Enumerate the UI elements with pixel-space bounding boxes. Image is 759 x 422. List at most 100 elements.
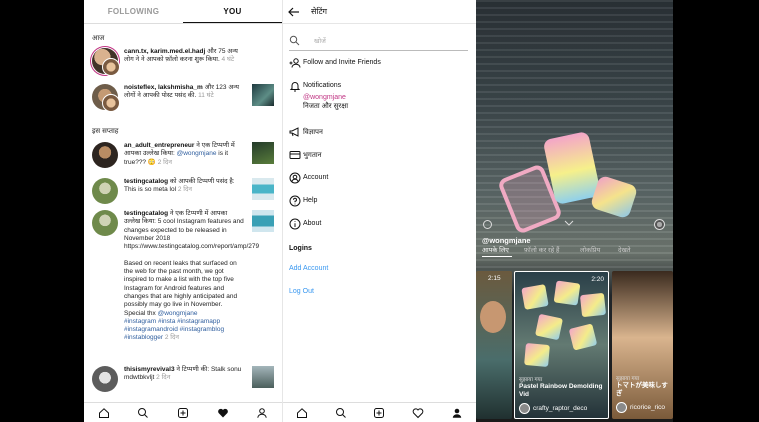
username[interactable]: testingcatalog — [124, 178, 168, 185]
profile-icon[interactable] — [256, 407, 268, 419]
tab-underline — [482, 256, 512, 257]
username[interactable]: noisteflex, lakshmisha_m — [124, 84, 203, 91]
settings-item-privacy-label[interactable]: निजता और सुरक्षा — [303, 102, 348, 111]
item-time: 2 दिन — [176, 186, 193, 194]
video-card[interactable]: 2:20 सुझाया गया Pastel Rainbow Demolding… — [514, 271, 609, 419]
post-thumbnail[interactable] — [252, 178, 274, 200]
username[interactable]: testingcatalog — [124, 210, 168, 217]
item-time: 2 दिन — [155, 158, 172, 166]
video-card[interactable]: 2:15 — [476, 271, 512, 419]
search-field[interactable]: खोजें — [289, 31, 468, 51]
settings-item-follow[interactable]: Follow and Invite Friends — [289, 57, 468, 71]
home-icon[interactable] — [296, 407, 308, 419]
add-post-icon[interactable] — [177, 407, 189, 419]
settings-item-ads[interactable]: विज्ञापन — [289, 126, 468, 140]
list-item[interactable]: testingcatalog ने एक टिप्पणी में आपका उल… — [92, 210, 274, 360]
settings-item-about[interactable]: About — [289, 218, 468, 232]
avatar — [519, 403, 530, 414]
igtv-handle[interactable]: @wongmjane — [482, 236, 531, 245]
stage: FOLLOWING YOU आज cann.tx, karim.med.el.h… — [0, 0, 759, 422]
item-text: cann.tx, karim.med.el.hadj और 75 अन्य लो… — [124, 48, 244, 65]
help-icon — [289, 195, 301, 207]
tab-watch[interactable]: देखते — [618, 245, 630, 254]
settings-item-notifications[interactable]: Notifications @wongmjane निजता और सुरक्ष… — [289, 80, 468, 114]
list-item[interactable]: thisismyrevival3 ने टिप्पणी की: Stalk so… — [92, 366, 274, 392]
settings-item-account[interactable]: Account — [289, 172, 468, 186]
list-item[interactable]: noisteflex, lakshmisha_m और 123 अन्य लोग… — [92, 84, 274, 114]
profile-icon[interactable] — [451, 407, 463, 419]
settings-item-label: भुगतान — [303, 152, 322, 159]
post-thumbnail[interactable] — [252, 142, 274, 164]
back-arrow-icon[interactable] — [287, 5, 301, 19]
mention-link[interactable]: @wongmjane — [177, 150, 217, 157]
settings-item-label: Notifications — [303, 82, 342, 89]
search-icon[interactable] — [137, 407, 149, 419]
heart-icon[interactable] — [217, 407, 229, 419]
video-username[interactable]: crafty_raptor_deco — [533, 405, 587, 412]
avatar[interactable] — [92, 142, 118, 168]
igtv-tabs: आपके लिए फ़ॉलो कर रहे हैं लोकप्रिय देखते — [482, 245, 667, 257]
section-this-week: इस सप्ताह — [92, 128, 119, 135]
tab-popular[interactable]: लोकप्रिय — [580, 245, 600, 254]
post-thumbnail[interactable] — [252, 366, 274, 388]
log-out-link[interactable]: Log Out — [289, 288, 314, 295]
list-item[interactable]: cann.tx, karim.med.el.hadj और 75 अन्य लो… — [92, 48, 274, 78]
video-thumbnail — [579, 292, 607, 318]
video-title: Pastel Rainbow Demolding Vid — [519, 383, 603, 398]
heart-icon[interactable] — [412, 407, 424, 419]
item-text: testingcatalog ने एक टिप्पणी में आपका उल… — [124, 210, 259, 343]
settings-item-payments[interactable]: भुगतान — [289, 149, 468, 163]
chevron-down-icon[interactable] — [564, 219, 574, 227]
username[interactable]: thisismyrevival3 — [124, 366, 175, 373]
item-text: testingcatalog को आपकी टिप्पणी पसंद है: … — [124, 178, 244, 195]
username[interactable]: an_adult_entrepreneur — [124, 142, 194, 149]
username[interactable]: cann.tx, karim.med.el.hadj — [124, 48, 205, 55]
page-title: सेटिंग — [311, 7, 328, 16]
item-time: 2 दिन — [163, 334, 180, 342]
video-duration: 2:15 — [488, 275, 501, 282]
avatar — [102, 58, 120, 76]
search-icon[interactable] — [483, 220, 492, 229]
item-text: noisteflex, lakshmisha_m और 123 अन्य लोग… — [124, 84, 244, 101]
add-post-icon[interactable] — [373, 407, 385, 419]
settings-item-label: विज्ञापन — [303, 129, 323, 136]
list-item[interactable]: an_adult_entrepreneur ने एक टिप्पणी में … — [92, 142, 274, 172]
video-thumbnail — [480, 301, 506, 333]
settings-item-label: Follow and Invite Friends — [303, 59, 381, 66]
home-icon[interactable] — [98, 407, 110, 419]
search-icon[interactable] — [335, 407, 347, 419]
bell-icon — [289, 82, 301, 92]
avatar — [616, 402, 627, 413]
search-icon — [289, 35, 300, 46]
activity-tabs: FOLLOWING YOU — [84, 0, 282, 24]
add-account-link[interactable]: Add Account — [289, 265, 328, 272]
video-tag: सुझाया गया — [616, 376, 640, 382]
video-duration: 2:20 — [591, 276, 604, 283]
avatar[interactable] — [92, 366, 118, 392]
bottom-nav — [283, 402, 476, 422]
item-time: 2 दिन — [154, 374, 171, 382]
tab-for-you[interactable]: आपके लिए — [482, 245, 509, 254]
post-thumbnail[interactable] — [252, 84, 274, 106]
tab-you[interactable]: YOU — [183, 0, 282, 23]
video-username[interactable]: ricorice_rico — [630, 404, 665, 411]
video-thumbnail — [534, 313, 564, 341]
item-time: 4 घंटे — [219, 56, 235, 64]
bottom-nav — [84, 402, 282, 422]
igtv-screen: @wongmjane आपके लिए फ़ॉलो कर रहे हैं लोक… — [476, 0, 673, 422]
video-card[interactable]: सुझाया गया トマトが美味しすぎ ricorice_rico — [612, 271, 673, 419]
post-thumbnail[interactable] — [252, 210, 274, 232]
avatar[interactable] — [654, 219, 665, 230]
activity-feed: आज cann.tx, karim.med.el.hadj और 75 अन्य… — [84, 24, 282, 402]
tab-following[interactable]: फ़ॉलो कर रहे हैं — [524, 245, 559, 254]
avatar[interactable] — [92, 210, 118, 236]
avatar[interactable] — [92, 178, 118, 204]
settings-item-label: Account — [303, 174, 329, 181]
megaphone-icon — [289, 127, 299, 137]
add-person-icon — [289, 58, 301, 68]
tab-following[interactable]: FOLLOWING — [84, 0, 183, 23]
settings-item-help[interactable]: Help — [289, 195, 468, 209]
list-item[interactable]: testingcatalog को आपकी टिप्पणी पसंद है: … — [92, 178, 274, 204]
mention-link[interactable]: @wongmjane — [158, 310, 198, 317]
logins-heading: Logins — [289, 245, 312, 252]
